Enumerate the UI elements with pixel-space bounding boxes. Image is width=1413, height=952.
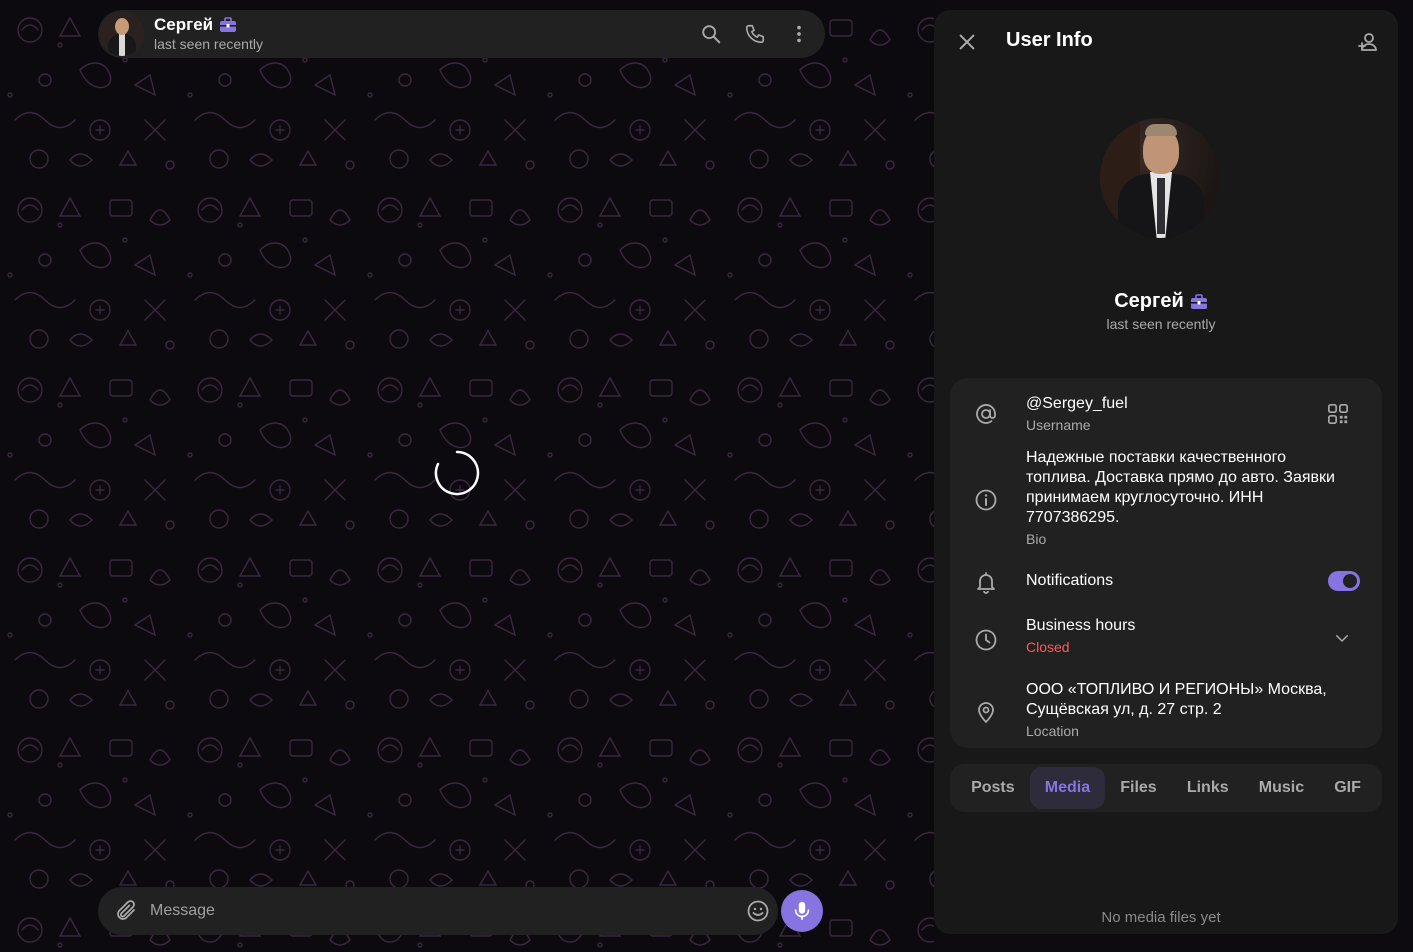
location-line: ООО «ТОПЛИВО И РЕГИОНЫ» Москва, bbox=[1026, 681, 1327, 698]
close-icon bbox=[959, 34, 975, 50]
location-row[interactable]: ООО «ТОПЛИВО И РЕГИОНЫ» Москва, Сущёвска… bbox=[950, 674, 1382, 740]
chat-header-info[interactable]: Сергей last seen recently bbox=[154, 15, 263, 53]
qr-code-icon bbox=[1328, 404, 1348, 424]
tab-media[interactable]: Media bbox=[1029, 767, 1106, 809]
location-label: Location bbox=[1026, 723, 1079, 739]
chat-title: Сергей bbox=[154, 15, 263, 35]
username-row[interactable]: @Sergey_fuel Username bbox=[950, 390, 1382, 438]
tab-posts[interactable]: Posts bbox=[956, 767, 1030, 809]
notifications-toggle[interactable] bbox=[1328, 571, 1360, 591]
microphone-icon bbox=[794, 901, 810, 921]
smile-icon bbox=[747, 900, 769, 922]
bio-row[interactable]: Надежные поставки качественного топлива.… bbox=[950, 446, 1382, 550]
username-value: @Sergey_fuel bbox=[1026, 395, 1128, 412]
bio-line: топлива. Доставка прямо до авто. Заявки bbox=[1026, 469, 1335, 486]
chat-status: last seen recently bbox=[154, 36, 263, 52]
notifications-row[interactable]: Notifications bbox=[950, 564, 1382, 598]
tab-links[interactable]: Links bbox=[1172, 767, 1244, 809]
profile-name: Сергей bbox=[934, 290, 1388, 313]
profile-name-text: Сергей bbox=[1114, 290, 1184, 312]
business-briefcase-icon bbox=[1190, 293, 1207, 309]
business-hours-row[interactable]: Business hours Closed bbox=[950, 612, 1382, 662]
bio-label: Bio bbox=[1026, 531, 1047, 547]
message-input[interactable] bbox=[150, 902, 738, 920]
expand-hours-button[interactable] bbox=[1322, 618, 1362, 658]
add-contact-icon bbox=[1358, 33, 1377, 51]
chat-title-text: Сергей bbox=[154, 15, 214, 34]
panel-title: User Info bbox=[1006, 29, 1093, 51]
emoji-button[interactable] bbox=[738, 891, 778, 931]
media-tabs: Posts Media Files Links Music GIF bbox=[950, 764, 1382, 812]
search-button[interactable] bbox=[691, 14, 731, 54]
add-contact-button[interactable] bbox=[1348, 22, 1388, 62]
tab-music[interactable]: Music bbox=[1244, 767, 1319, 809]
more-vertical-icon bbox=[797, 25, 801, 43]
username-label: Username bbox=[1026, 417, 1091, 433]
user-info-header: User Info bbox=[934, 10, 1398, 74]
business-hours-label: Business hours bbox=[1026, 617, 1136, 634]
phone-icon bbox=[745, 24, 765, 44]
bell-icon bbox=[977, 572, 995, 594]
avatar[interactable] bbox=[100, 12, 144, 56]
info-icon bbox=[975, 489, 997, 511]
attach-button[interactable] bbox=[106, 891, 146, 931]
location-line: Сущёвская ул, д. 27 стр. 2 bbox=[1026, 701, 1222, 718]
business-briefcase-icon bbox=[220, 17, 237, 32]
more-button[interactable] bbox=[779, 14, 819, 54]
paperclip-icon bbox=[117, 900, 135, 920]
clock-icon bbox=[975, 629, 997, 651]
loading-spinner bbox=[434, 450, 480, 496]
qr-code-button[interactable] bbox=[1318, 394, 1358, 434]
empty-media-text: No media files yet bbox=[1101, 909, 1221, 926]
profile-avatar[interactable] bbox=[1100, 118, 1220, 238]
info-card: @Sergey_fuel Username Надежные поставки … bbox=[950, 378, 1382, 748]
call-button[interactable] bbox=[735, 14, 775, 54]
at-sign-icon bbox=[976, 404, 996, 424]
bio-line: 7707386295. bbox=[1026, 509, 1120, 526]
voice-record-button[interactable] bbox=[781, 890, 823, 932]
business-hours-state: Closed bbox=[1026, 639, 1070, 655]
chat-header[interactable]: Сергей last seen recently bbox=[98, 10, 825, 58]
tab-files[interactable]: Files bbox=[1105, 767, 1171, 809]
tab-gif[interactable]: GIF bbox=[1319, 767, 1376, 809]
bio-line: принимаем круглосуточно. ИНН bbox=[1026, 489, 1264, 506]
profile-status: last seen recently bbox=[1106, 316, 1216, 332]
chevron-down-icon bbox=[1336, 635, 1348, 642]
location-pin-icon bbox=[978, 702, 994, 723]
bio-line: Надежные поставки качественного bbox=[1026, 449, 1287, 466]
search-icon bbox=[702, 25, 721, 44]
message-composer bbox=[98, 887, 778, 935]
notifications-label: Notifications bbox=[1026, 572, 1114, 589]
close-panel-button[interactable] bbox=[947, 22, 987, 62]
user-info-panel: User Info Сергей last seen recently @Ser… bbox=[934, 10, 1398, 934]
